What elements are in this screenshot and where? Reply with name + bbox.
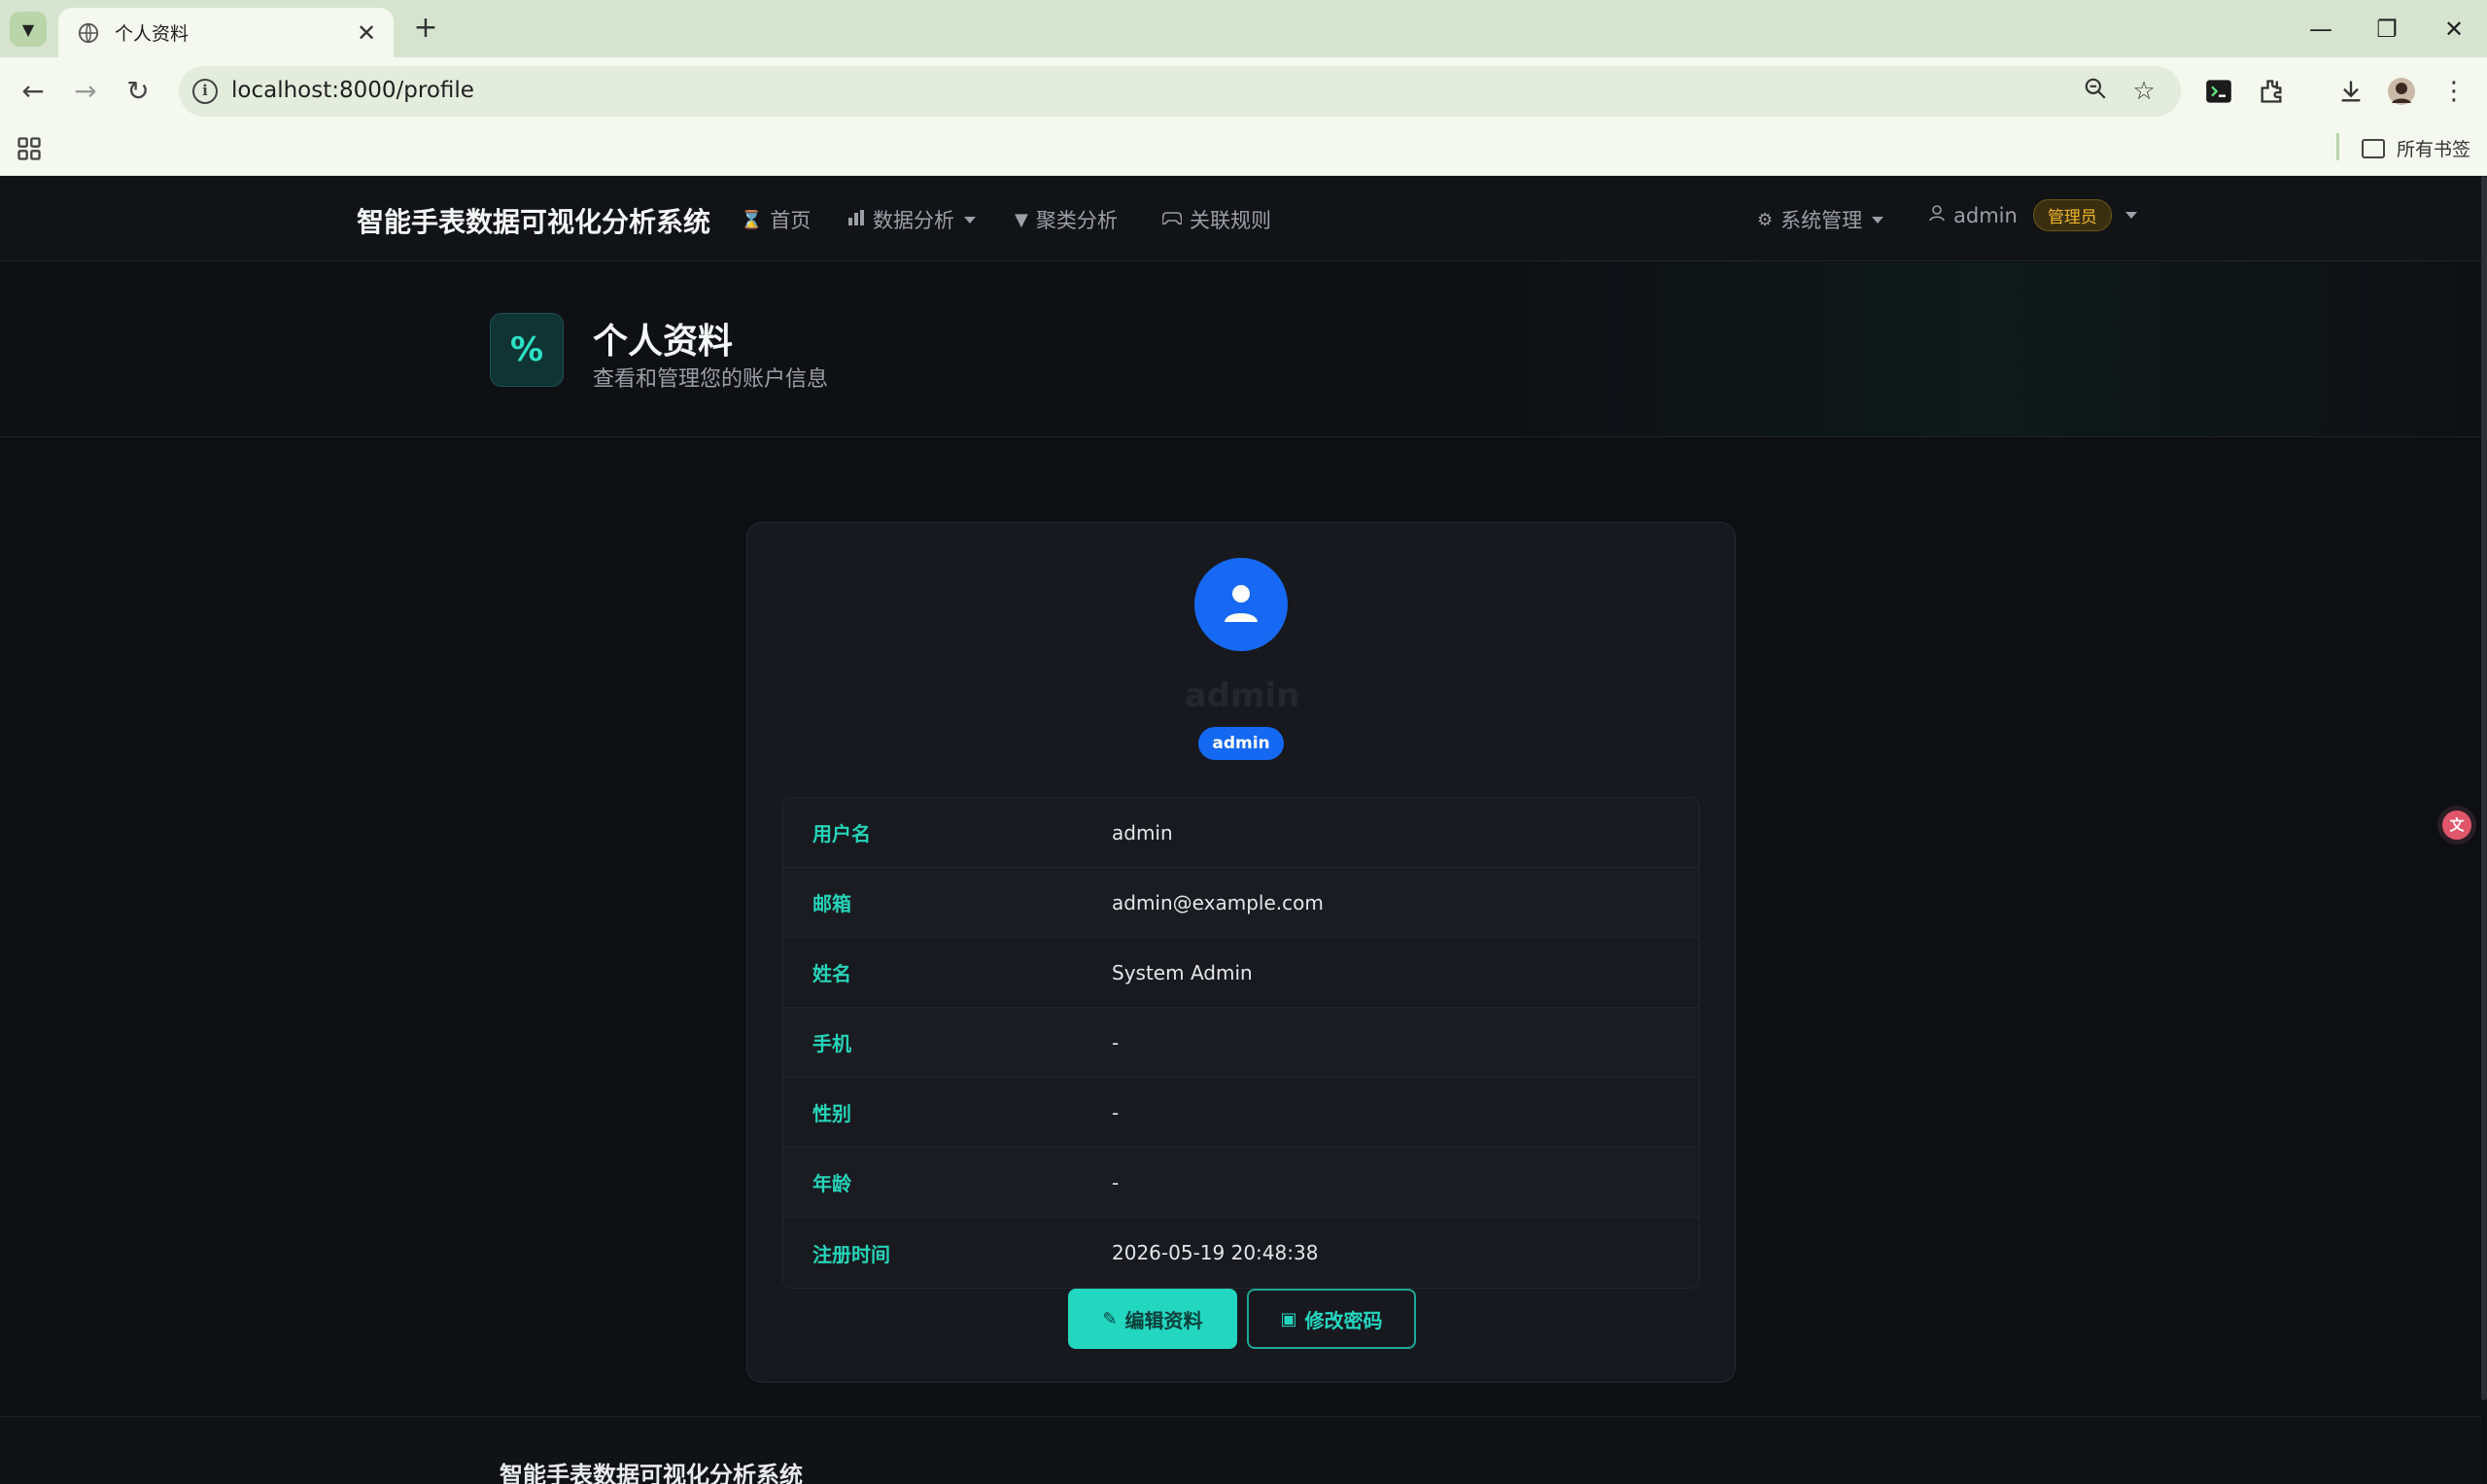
table-row: 邮箱 admin@example.com (783, 868, 1699, 938)
tab-title: 个人资料 (115, 23, 190, 45)
nav-item-data-analysis[interactable]: 数据分析 (847, 205, 976, 234)
close-tab-icon[interactable]: ✕ (353, 19, 380, 47)
page-scrollbar[interactable] (2481, 176, 2487, 1484)
user-avatar-icon (1225, 585, 1258, 622)
nav-label-home: 首页 (770, 209, 812, 232)
table-row: 手机 - (783, 1008, 1699, 1078)
restore-icon[interactable]: ❐ (2367, 10, 2406, 49)
url-text[interactable]: localhost:8000/profile (231, 78, 474, 103)
chevron-down-icon (2124, 212, 2137, 219)
table-row: 注册时间 2026-05-19 20:48:38 (783, 1218, 1699, 1288)
chevron-down-icon (1872, 216, 1884, 224)
back-icon[interactable]: ← (16, 74, 51, 109)
bar-chart-icon (847, 209, 865, 231)
field-label-email: 邮箱 (812, 892, 851, 915)
reload-icon[interactable]: ↻ (121, 74, 155, 109)
field-value-phone: - (1112, 1030, 1120, 1054)
globe-icon (78, 22, 99, 43)
field-label-age: 年龄 (812, 1172, 851, 1195)
profile-avatar-icon[interactable] (2383, 73, 2420, 110)
forward-icon[interactable]: → (68, 74, 103, 109)
user-menu[interactable]: admin 管理员 (1928, 199, 2137, 231)
nav-item-clustering[interactable]: ▼ 聚类分析 (1015, 205, 1118, 234)
more-menu-icon[interactable]: ⋮ (2435, 73, 2472, 110)
translate-icon: 文 (2442, 811, 2471, 840)
profile-card: admin admin 用户名 admin 邮箱 admin@example.c… (746, 522, 1736, 1383)
close-window-icon[interactable]: ✕ (2435, 10, 2473, 49)
minimize-icon[interactable]: — (2301, 10, 2340, 49)
profile-role-pill: admin (1198, 727, 1284, 760)
field-value-registered: 2026-05-19 20:48:38 (1112, 1241, 1319, 1264)
top-navbar: 智能手表数据可视化分析系统 ⌛ 首页 数据分析 ▼ 聚类分析 关联规则 ⚙ 系统… (0, 176, 2487, 261)
app-viewport: 智能手表数据可视化分析系统 ⌛ 首页 数据分析 ▼ 聚类分析 关联规则 ⚙ 系统… (0, 176, 2487, 1484)
field-label-gender: 性别 (812, 1102, 851, 1125)
profile-info-table: 用户名 admin 邮箱 admin@example.com 姓名 System… (782, 797, 1700, 1289)
system-management-menu[interactable]: ⚙ 系统管理 (1757, 205, 1884, 234)
terminal-extension-icon[interactable] (2200, 73, 2237, 110)
nav-label-data-analysis: 数据分析 (873, 209, 954, 232)
user-icon (1928, 204, 1946, 226)
change-password-button[interactable]: ▣ 修改密码 (1247, 1289, 1416, 1349)
field-label-username: 用户名 (812, 822, 871, 846)
change-password-label: 修改密码 (1304, 1308, 1383, 1332)
table-row: 性别 - (783, 1078, 1699, 1148)
avatar (1194, 558, 1288, 651)
page-subtitle: 查看和管理您的账户信息 (593, 367, 829, 392)
translate-float-button[interactable]: 文 (2437, 806, 2476, 845)
footer: 智能手表数据可视化分析系统 (0, 1416, 2487, 1484)
field-value-gender: - (1112, 1100, 1120, 1124)
field-value-name: System Admin (1112, 960, 1253, 984)
key-icon: ▣ (1280, 1308, 1297, 1329)
table-row: 姓名 System Admin (783, 938, 1699, 1008)
extensions-puzzle-icon[interactable] (2253, 73, 2290, 110)
scrollbar-thumb[interactable] (2481, 176, 2487, 1400)
edit-profile-label: 编辑资料 (1124, 1308, 1203, 1332)
hourglass-icon: ⌛ (741, 209, 763, 230)
nav-item-association-rules[interactable]: 关联规则 (1161, 205, 1271, 234)
site-info-icon[interactable]: i (192, 79, 218, 104)
new-tab-button[interactable]: + (408, 12, 443, 47)
nav-label-clustering: 聚类分析 (1035, 209, 1118, 232)
chevron-down-icon: ▼ (21, 19, 35, 39)
pencil-icon: ✎ (1102, 1308, 1118, 1329)
brand-title[interactable]: 智能手表数据可视化分析系统 (357, 201, 710, 240)
edit-profile-button[interactable]: ✎ 编辑资料 (1068, 1289, 1237, 1349)
apps-grid-icon[interactable] (16, 135, 43, 162)
gear-icon: ⚙ (1757, 209, 1774, 230)
zoom-icon[interactable] (2080, 76, 2111, 107)
bookmark-star-icon[interactable]: ☆ (2128, 76, 2159, 107)
field-value-username: admin (1112, 820, 1173, 845)
field-value-email: admin@example.com (1112, 890, 1324, 915)
all-bookmarks-label: 所有书签 (2397, 139, 2471, 160)
gamepad-icon (1161, 210, 1183, 230)
field-label-registered: 注册时间 (812, 1242, 890, 1266)
address-bar[interactable]: i localhost:8000/profile ☆ (179, 66, 2181, 117)
thumbs-down-icon: ▼ (1015, 209, 1028, 230)
page-title: 个人资料 (593, 322, 734, 362)
browser-tab-bar: ▼ 个人资料 ✕ + — ❐ ✕ (0, 0, 2487, 57)
browser-tab[interactable]: 个人资料 ✕ (58, 8, 394, 57)
table-row: 用户名 admin (783, 798, 1699, 868)
field-value-age: - (1112, 1170, 1120, 1194)
nav-label-association-rules: 关联规则 (1190, 209, 1271, 232)
download-icon[interactable] (2332, 73, 2369, 110)
browser-toolbar: ← → ↻ i localhost:8000/profile ☆ ⋮ (0, 57, 2487, 125)
tab-search-button[interactable]: ▼ (10, 12, 47, 47)
footer-title: 智能手表数据可视化分析系统 (500, 1462, 803, 1484)
user-name: admin (1953, 203, 2018, 227)
system-management-label: 系统管理 (1780, 209, 1863, 232)
percent-icon: % (490, 313, 564, 387)
role-badge: 管理员 (2032, 199, 2112, 231)
profile-display-name: admin (1184, 676, 1300, 715)
nav-item-home[interactable]: ⌛ 首页 (741, 205, 811, 234)
bookmarks-bar: 所有书签 (0, 125, 2487, 176)
bookmarks-divider (2336, 133, 2339, 160)
field-label-name: 姓名 (812, 962, 851, 985)
folder-icon (2362, 138, 2385, 158)
all-bookmarks-button[interactable]: 所有书签 (2362, 135, 2470, 161)
page-header: % 个人资料 查看和管理您的账户信息 (0, 262, 2487, 437)
field-label-phone: 手机 (812, 1032, 851, 1055)
chevron-down-icon (964, 216, 976, 224)
table-row: 年龄 - (783, 1148, 1699, 1218)
